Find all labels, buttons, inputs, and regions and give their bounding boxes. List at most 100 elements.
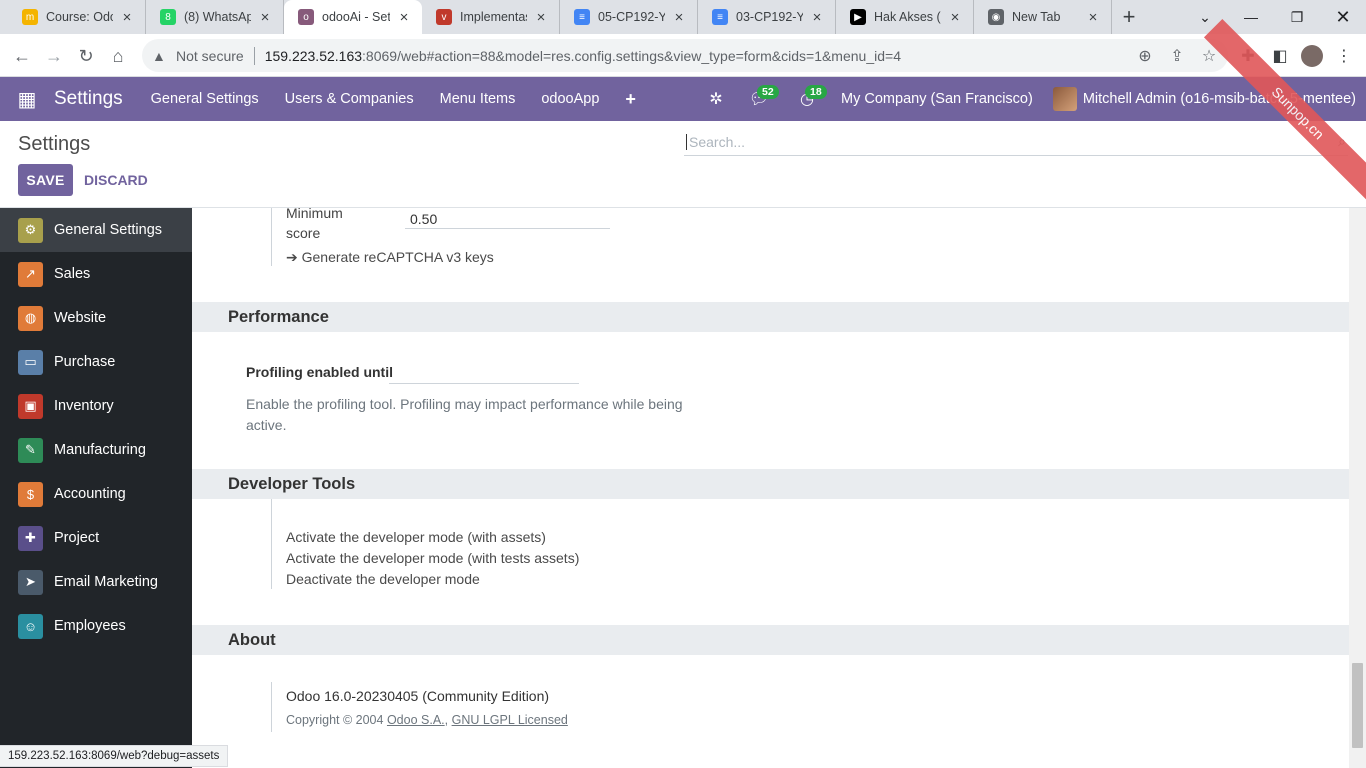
tab-favicon-icon: o — [298, 9, 314, 25]
browser-tab[interactable]: ▶ Hak Akses (Se × — [836, 0, 974, 34]
sidebar-item-label: Employees — [54, 618, 126, 634]
sidebar-item-general-settings[interactable]: ⚙ General Settings — [0, 208, 192, 252]
sidebar-item-employees[interactable]: ☺ Employees — [0, 604, 192, 648]
tab-title: Hak Akses (Se — [874, 10, 941, 24]
sidebar-item-label: Inventory — [54, 398, 114, 414]
company-switcher[interactable]: My Company (San Francisco) — [831, 77, 1043, 121]
min-score-input[interactable]: 0.50 — [405, 208, 610, 229]
close-window-icon[interactable]: ✕ — [1320, 0, 1366, 34]
side-panel-icon[interactable]: ◧ — [1268, 44, 1292, 68]
divider — [253, 46, 255, 65]
profiling-help-line1: Enable the profiling tool. Profiling may… — [246, 396, 683, 412]
messages-count-badge: 52 — [757, 85, 779, 99]
browser-tab[interactable]: ◉ New Tab × — [974, 0, 1112, 34]
app-brand[interactable]: Settings — [54, 88, 123, 110]
menu-odooapp[interactable]: odooApp — [541, 91, 599, 107]
menu-users-companies[interactable]: Users & Companies — [285, 91, 414, 107]
sidebar-item-email-marketing[interactable]: ➤ Email Marketing — [0, 560, 192, 604]
tab-close-icon[interactable]: × — [671, 9, 687, 26]
sidebar-item-project[interactable]: ✚ Project — [0, 516, 192, 560]
address-bar: ← → ↻ ⌂ ▲ Not secure 159.223.52.163:8069… — [0, 34, 1366, 77]
copyright-line: Copyright © 2004 Odoo S.A., GNU LGPL Lic… — [286, 713, 568, 727]
control-panel: Settings SAVE DISCARD Search... ⌕ — [0, 121, 1366, 208]
activate-dev-mode-assets-link[interactable]: Activate the developer mode (with assets… — [286, 529, 546, 545]
tab-close-icon[interactable]: × — [809, 9, 825, 26]
tab-favicon-icon: ≡ — [574, 9, 590, 25]
activity-menu[interactable]: ◷ 18 — [783, 77, 831, 121]
chart-icon: ↗ — [18, 261, 43, 287]
tab-close-icon[interactable]: × — [1085, 9, 1101, 26]
gear-icon: ⚙ — [18, 217, 43, 243]
tab-title: 05-CP192-YU — [598, 10, 665, 24]
sidebar-item-label: Sales — [54, 266, 91, 282]
tab-close-icon[interactable]: × — [119, 9, 135, 26]
license-link[interactable]: GNU LGPL Licensed — [452, 713, 568, 727]
sidebar-item-purchase[interactable]: ▭ Purchase — [0, 340, 192, 384]
app-menu-icon[interactable]: ▦ — [0, 87, 54, 112]
reload-icon[interactable]: ↻ — [72, 42, 100, 70]
settings-search-input[interactable]: Search... ⌕ — [684, 129, 1348, 156]
arrow-right-icon: ➔ — [286, 249, 298, 265]
warning-icon: ▲ — [152, 47, 166, 64]
not-secure-label: Not secure — [176, 47, 244, 64]
settings-content: Minimum score 0.50 ➔ Generate reCAPTCHA … — [192, 208, 1349, 768]
new-tab-button[interactable]: + — [1112, 0, 1146, 34]
tab-close-icon[interactable]: × — [947, 9, 963, 26]
browser-tab[interactable]: ≡ 05-CP192-YU × — [560, 0, 698, 34]
sidebar-item-website[interactable]: ◍ Website — [0, 296, 192, 340]
invoice-icon: $ — [18, 481, 43, 507]
tab-favicon-icon: ▶ — [850, 9, 866, 25]
menu-menu-items[interactable]: Menu Items — [440, 91, 516, 107]
discard-button[interactable]: DISCARD — [84, 164, 148, 196]
tab-close-icon[interactable]: × — [396, 9, 412, 26]
back-icon[interactable]: ← — [8, 42, 36, 70]
sidebar-item-label: Manufacturing — [54, 442, 146, 458]
save-button[interactable]: SAVE — [18, 164, 73, 196]
browser-tab[interactable]: v Implementasi × — [422, 0, 560, 34]
home-icon[interactable]: ⌂ — [104, 42, 132, 70]
forward-icon[interactable]: → — [40, 42, 68, 70]
wrench-icon: ✎ — [18, 437, 43, 463]
sidebar-item-manufacturing[interactable]: ✎ Manufacturing — [0, 428, 192, 472]
profile-avatar[interactable] — [1300, 44, 1324, 68]
chrome-menu-icon[interactable]: ⋮ — [1332, 44, 1356, 68]
browser-tab[interactable]: o odooAi - Sett × — [284, 0, 422, 34]
sidebar-item-inventory[interactable]: ▣ Inventory — [0, 384, 192, 428]
restore-icon[interactable]: ❐ — [1274, 0, 1320, 34]
content-scrollbar[interactable] — [1349, 208, 1366, 768]
messaging-menu[interactable]: 💬︎ 52 — [735, 77, 783, 121]
sidebar-item-label: General Settings — [54, 222, 163, 238]
generate-recaptcha-link[interactable]: ➔ Generate reCAPTCHA v3 keys — [286, 249, 494, 266]
odoo-sa-link[interactable]: Odoo S.A. — [387, 713, 445, 727]
sidebar-item-sales[interactable]: ↗ Sales — [0, 252, 192, 296]
browser-tab[interactable]: m Course: Odoo × — [8, 0, 146, 34]
url-field[interactable]: ▲ Not secure 159.223.52.163:8069/web#act… — [142, 39, 1228, 72]
tab-title: Course: Odoo — [46, 10, 113, 24]
add-menu-icon[interactable]: + — [625, 89, 636, 110]
min-score-label-line1: Minimum — [286, 208, 343, 221]
debug-bug-icon[interactable]: ✲ — [697, 77, 735, 121]
activate-dev-mode-tests-link[interactable]: Activate the developer mode (with tests … — [286, 550, 579, 566]
profiling-help-line2: active. — [246, 417, 287, 433]
globe-icon: ◍ — [18, 305, 43, 331]
developer-tools-header: Developer Tools — [192, 469, 1349, 499]
tab-title: 03-CP192-YU — [736, 10, 803, 24]
browser-tab[interactable]: ≡ 03-CP192-YU × — [698, 0, 836, 34]
search-placeholder: Search... — [689, 134, 746, 150]
tab-close-icon[interactable]: × — [533, 9, 549, 26]
menu-general-settings[interactable]: General Settings — [151, 91, 259, 107]
sidebar-item-label: Website — [54, 310, 107, 326]
url-path: :8069/web#action=88&model=res.config.set… — [362, 47, 901, 64]
activities-count-badge: 18 — [805, 85, 827, 99]
scrollbar-thumb[interactable] — [1352, 663, 1363, 748]
about-header: About — [192, 625, 1349, 655]
deactivate-dev-mode-link[interactable]: Deactivate the developer mode — [286, 571, 480, 587]
browser-tab[interactable]: 8 (8) WhatsApp × — [146, 0, 284, 34]
zoom-icon[interactable]: ⊕ — [1130, 39, 1160, 72]
tab-close-icon[interactable]: × — [257, 9, 273, 26]
sidebar-item-accounting[interactable]: $ Accounting — [0, 472, 192, 516]
tab-favicon-icon: ≡ — [712, 9, 728, 25]
share-icon[interactable]: ⇪ — [1162, 39, 1192, 72]
minimize-icon[interactable]: — — [1228, 0, 1274, 34]
profiling-date-input[interactable] — [389, 363, 579, 384]
